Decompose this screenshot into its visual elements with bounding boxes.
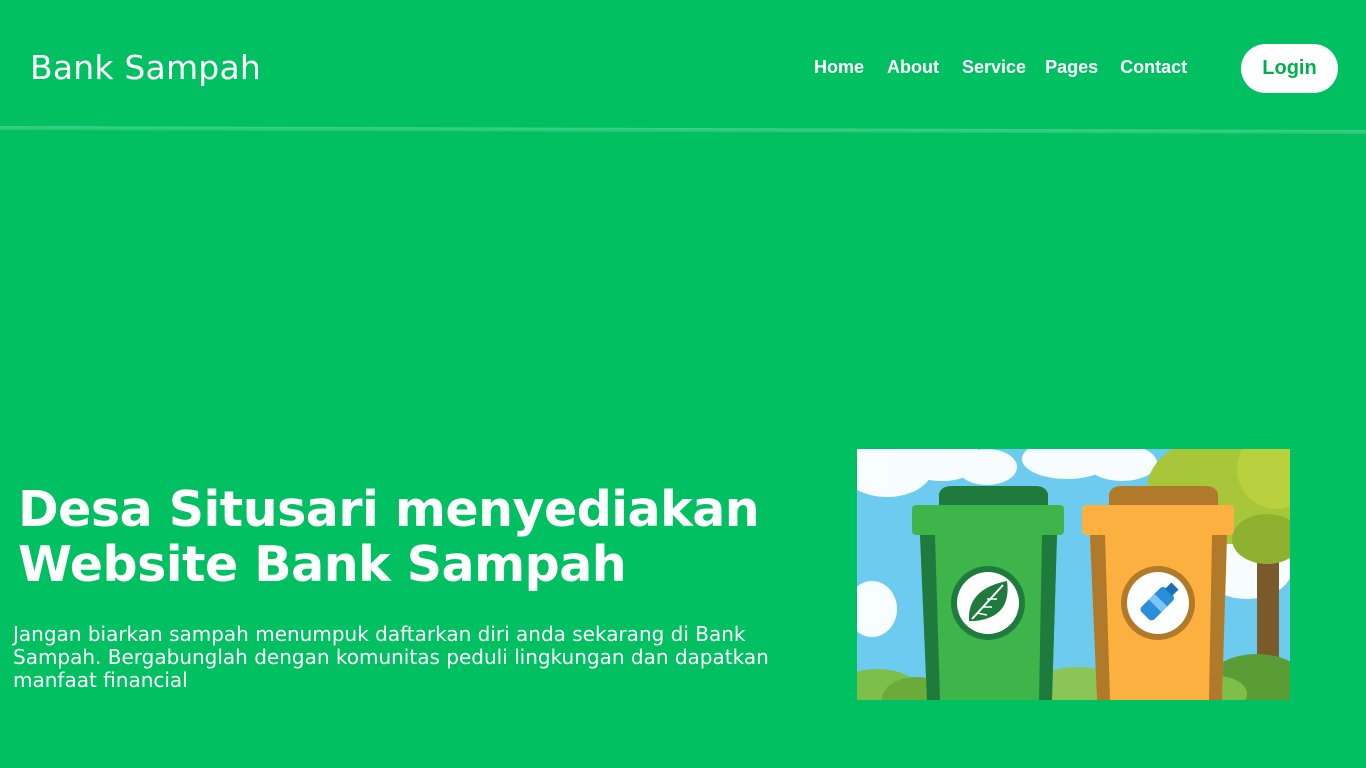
login-button[interactable]: Login bbox=[1241, 44, 1338, 93]
navbar: Bank Sampah Home About Service Pages Con… bbox=[0, 0, 1366, 130]
hero-title-line-2: Website Bank Sampah bbox=[18, 536, 627, 593]
hero-title: Desa Situsari menyediakan Website Bank S… bbox=[18, 482, 798, 592]
brand-logo[interactable]: Bank Sampah bbox=[30, 48, 261, 87]
nav-link-contact[interactable]: Contact bbox=[1120, 56, 1187, 78]
nav-link-pages[interactable]: Pages bbox=[1045, 56, 1098, 78]
orange-bin bbox=[1082, 486, 1234, 700]
nav-menu: Home About Service Pages Contact bbox=[814, 56, 1187, 78]
nav-link-about[interactable]: About bbox=[887, 56, 939, 78]
hero-description: Jangan biarkan sampah menumpuk daftarkan… bbox=[13, 622, 769, 692]
nav-link-service[interactable]: Service bbox=[962, 56, 1026, 78]
page: Bank Sampah Home About Service Pages Con… bbox=[0, 0, 1366, 768]
hero-title-line-1: Desa Situsari menyediakan bbox=[18, 481, 760, 538]
hero-illustration bbox=[857, 449, 1290, 700]
nav-link-home[interactable]: Home bbox=[814, 56, 864, 78]
green-bin bbox=[912, 486, 1064, 700]
recycling-bins-illustration bbox=[857, 449, 1290, 700]
